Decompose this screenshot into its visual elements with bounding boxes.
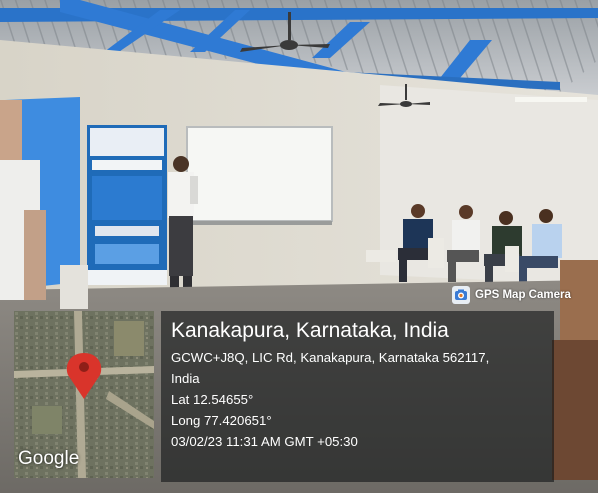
address-line-2: India: [171, 371, 200, 386]
camera-icon: [452, 286, 470, 304]
gps-camera-badge: GPS Map Camera: [452, 284, 588, 306]
geotagged-photo: GPS Map Camera Google Kanakapura, Karnat…: [0, 0, 598, 493]
datetime: 03/02/23 11:31 AM GMT +05:30: [171, 434, 358, 449]
google-label: Google: [18, 448, 80, 469]
gps-app-name: GPS Map Camera: [475, 289, 571, 301]
map-thumbnail: Google: [14, 311, 154, 478]
longitude: Long 77.420651°: [171, 413, 272, 428]
location-stamp: Kanakapura, Karnataka, India GCWC+J8Q, L…: [161, 311, 554, 482]
latitude: Lat 12.54655°: [171, 392, 254, 407]
address-line-1: GCWC+J8Q, LIC Rd, Kanakapura, Karnataka …: [171, 350, 490, 365]
place-title: Kanakapura, Karnataka, India: [171, 319, 449, 342]
